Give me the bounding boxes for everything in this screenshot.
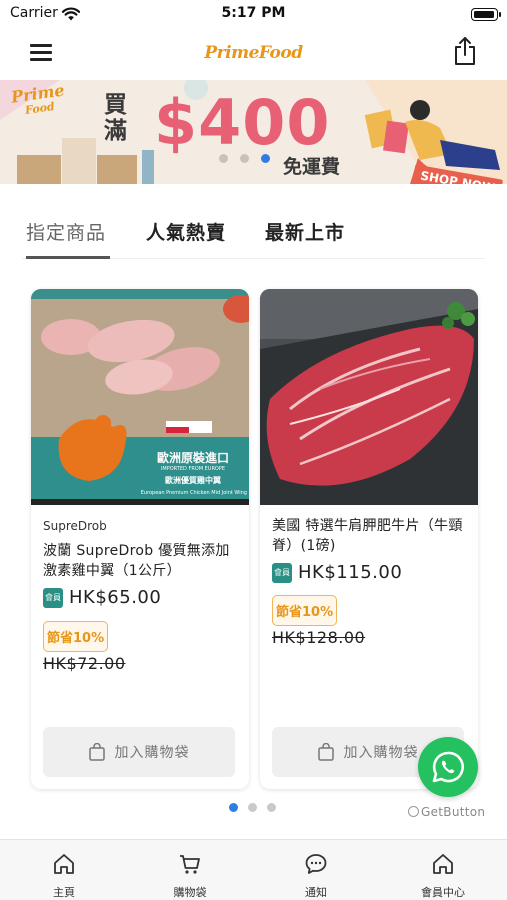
product-card[interactable]: 美國 特選牛肩胛肥牛片（牛頸脊）(1磅) 會員 HK$115.00 節省10% …: [260, 289, 478, 789]
page-dot[interactable]: [248, 803, 257, 812]
tab-indicator: [26, 256, 110, 259]
clock: 5:17 PM: [221, 5, 286, 21]
tab-featured[interactable]: 指定商品: [26, 218, 106, 245]
whatsapp-chat-button[interactable]: [418, 737, 478, 797]
bottom-tab-label: 主頁: [53, 886, 75, 899]
product-image-chicken-wings[interactable]: 歐洲原裝進口 IMPORTED FROM EUROPE 歐洲優質雞中翼 Euro…: [31, 289, 249, 505]
image-text-imported-en: IMPORTED FROM EUROPE: [160, 466, 226, 472]
page-dot-active[interactable]: [229, 803, 238, 812]
shopping-bag-icon: [317, 743, 334, 761]
product-card[interactable]: 歐洲原裝進口 IMPORTED FROM EUROPE 歐洲優質雞中翼 Euro…: [31, 289, 249, 789]
price-row: 會員 HK$65.00: [43, 587, 161, 608]
original-price: HK$128.00: [272, 628, 366, 647]
bottom-tab-label: 會員中心: [421, 886, 465, 899]
home-icon: [54, 854, 74, 874]
product-pagination: [229, 803, 276, 812]
home-icon: [433, 854, 453, 874]
discount-badge: 節省10%: [272, 595, 338, 626]
member-price: HK$65.00: [69, 587, 162, 608]
banner-dot-active[interactable]: [261, 154, 270, 163]
product-brand: SupreDrob: [43, 519, 107, 533]
banner-amount: $400: [154, 86, 331, 159]
add-to-bag-label: 加入購物袋: [114, 745, 190, 761]
bottom-tab-label: 購物袋: [173, 886, 207, 899]
promo-banner[interactable]: Prime Food 買滿 $400 SHOP NOW: [0, 80, 507, 184]
price-row: 會員 HK$115.00: [272, 562, 402, 583]
member-badge-icon: 會員: [43, 587, 63, 608]
getbutton-label: GetButton: [421, 805, 486, 819]
page-dot[interactable]: [267, 803, 276, 812]
add-to-bag-label: 加入購物袋: [343, 745, 419, 761]
banner-spend-text: 買滿: [104, 92, 127, 144]
status-bar: Carrier 5:17 PM: [0, 0, 507, 30]
chat-bubble-icon: [305, 854, 327, 874]
battery-icon: [471, 8, 501, 21]
product-image-caption: 歐洲原裝進口 IMPORTED FROM EUROPE 歐洲優質雞中翼: [139, 449, 247, 486]
getbutton-credit[interactable]: GetButton: [408, 805, 485, 819]
shopping-bag-icon: [88, 743, 105, 761]
bottom-tab-cart[interactable]: 購物袋: [127, 840, 253, 900]
top-nav-bar: PrimeFood: [0, 30, 507, 78]
banner-dot[interactable]: [240, 154, 249, 163]
bottom-tab-label: 通知: [305, 886, 327, 899]
getbutton-logo-icon: [408, 806, 419, 817]
bottom-tab-bar: 主頁 購物袋 通知 會員中心: [0, 839, 507, 900]
member-price: HK$115.00: [298, 562, 403, 583]
banner-shipping-text: 免運費: [283, 156, 341, 178]
image-text-product-name-en: European Premium Chicken Mid Joint Wing: [140, 490, 247, 496]
banner-pagination: [219, 154, 270, 163]
bottom-tab-notifications[interactable]: 通知: [253, 840, 379, 900]
share-icon[interactable]: [452, 36, 478, 70]
cart-icon: [180, 855, 200, 874]
add-to-bag-button[interactable]: 加入購物袋: [43, 727, 235, 777]
tab-popular[interactable]: 人氣熱賣: [146, 218, 226, 245]
banner-dot[interactable]: [219, 154, 228, 163]
image-text-product-name: 歐洲優質雞中翼: [165, 476, 221, 485]
whatsapp-icon: [432, 751, 464, 783]
product-image-beef-slices[interactable]: [260, 289, 478, 505]
discount-badge: 節省10%: [43, 621, 109, 652]
member-badge-icon: 會員: [272, 562, 292, 583]
image-text-imported: 歐洲原裝進口: [156, 451, 229, 465]
category-tabs: 指定商品 人氣熱賣 最新上市: [22, 206, 485, 259]
bottom-tab-member-center[interactable]: 會員中心: [380, 840, 506, 900]
brand-logo: PrimeFood: [204, 43, 303, 63]
original-price: HK$72.00: [43, 654, 126, 673]
tab-new-arrivals[interactable]: 最新上市: [265, 218, 345, 245]
bottom-tab-home[interactable]: 主頁: [1, 840, 127, 900]
product-title[interactable]: 波蘭 SupreDrob 優質無添加激素雞中翼（1公斤）: [43, 541, 239, 581]
product-title[interactable]: 美國 特選牛肩胛肥牛片（牛頸脊）(1磅): [272, 516, 468, 556]
